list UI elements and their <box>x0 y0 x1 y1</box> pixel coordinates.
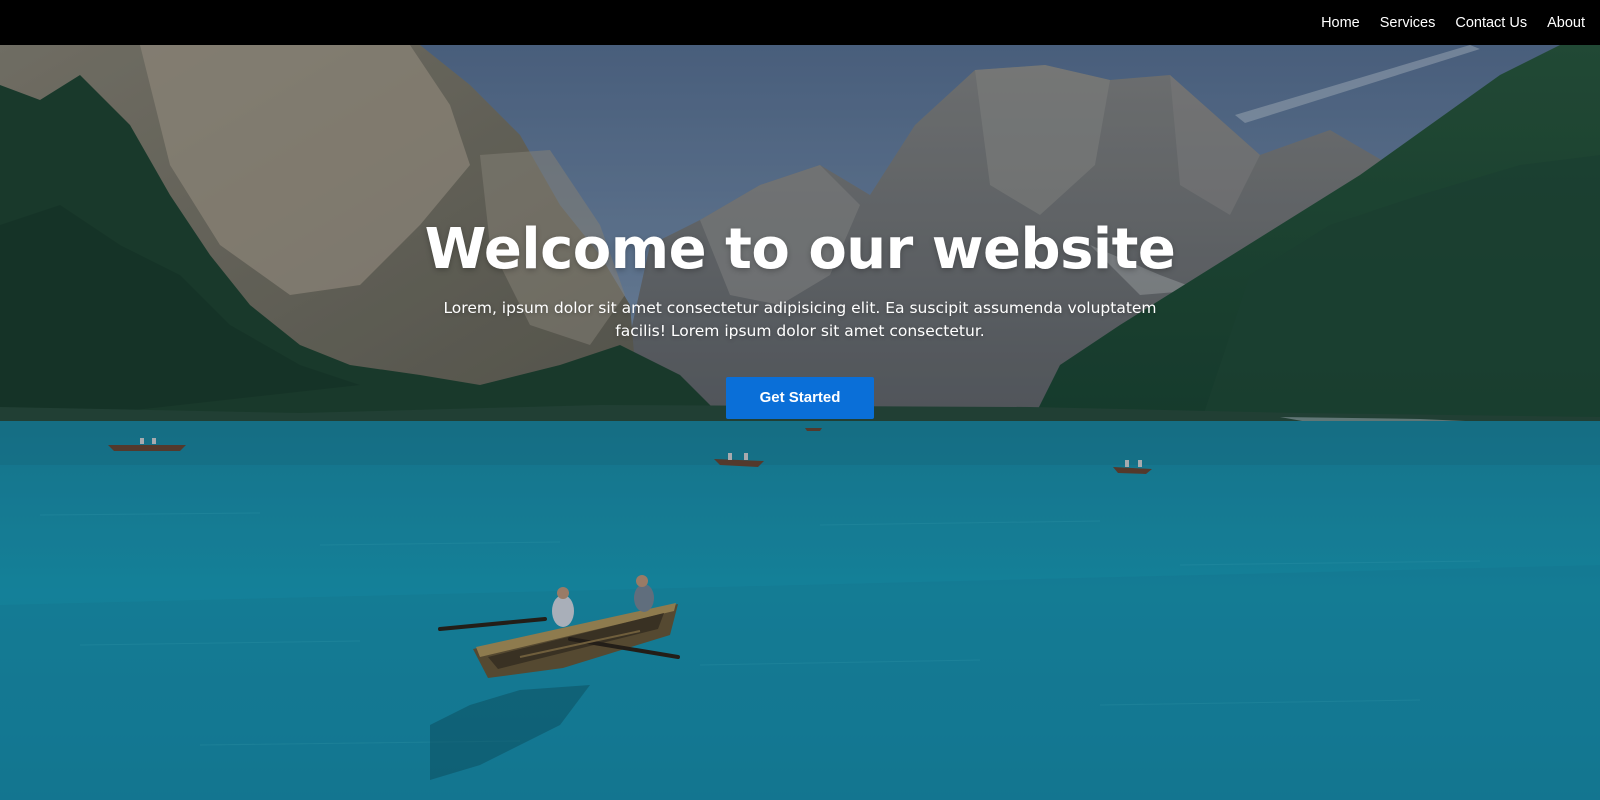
hero-title: Welcome to our website <box>424 217 1176 282</box>
hero-subtitle: Lorem, ipsum dolor sit amet consectetur … <box>443 299 1157 340</box>
top-navbar: Home Services Contact Us About <box>0 0 1600 45</box>
nav-link-services[interactable]: Services <box>1380 13 1436 33</box>
get-started-button[interactable]: Get Started <box>726 377 874 419</box>
nav-links: Home Services Contact Us About <box>1301 13 1585 33</box>
hero-content: Welcome to our website Lorem, ipsum dolo… <box>0 215 1600 419</box>
nav-link-contact-us[interactable]: Contact Us <box>1455 13 1527 33</box>
hero-section: Welcome to our website Lorem, ipsum dolo… <box>0 45 1600 800</box>
nav-link-home[interactable]: Home <box>1321 13 1360 33</box>
nav-link-about[interactable]: About <box>1547 13 1585 33</box>
hero-dark-overlay <box>0 45 1600 800</box>
